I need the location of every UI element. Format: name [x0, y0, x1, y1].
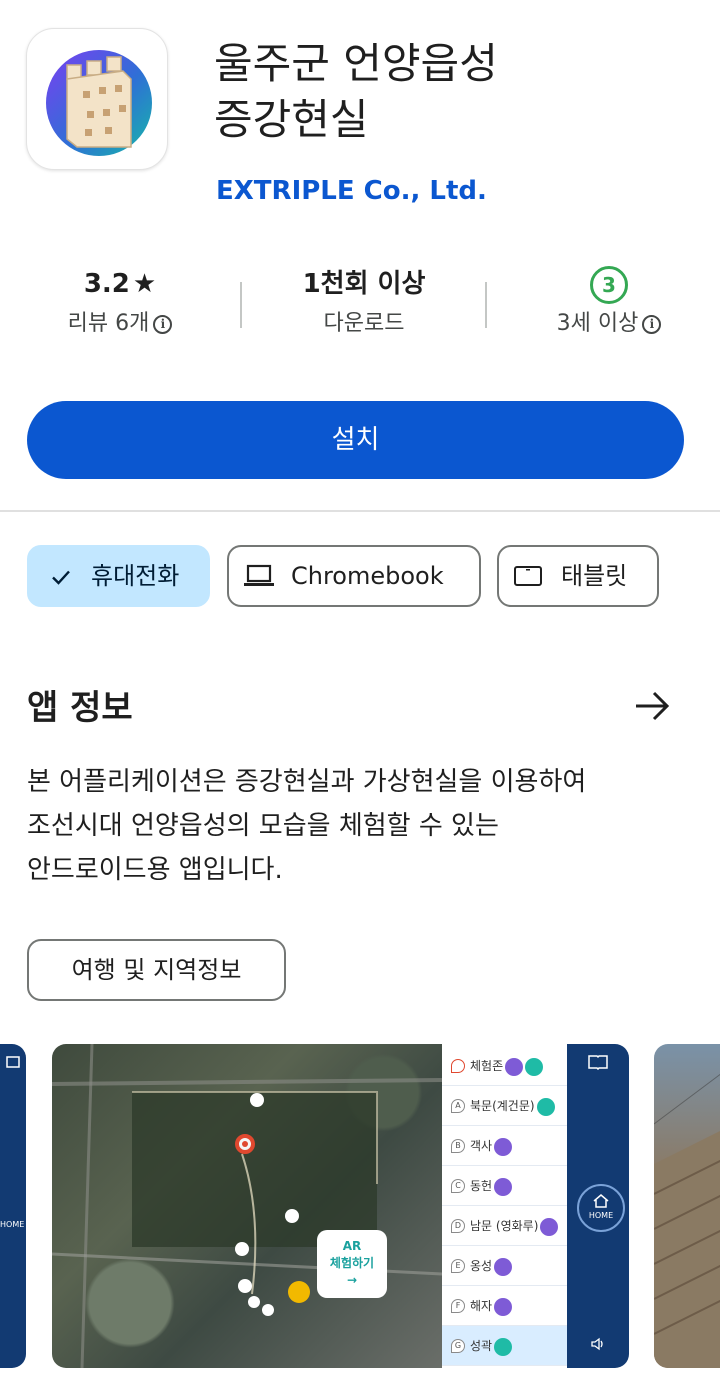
- pin-icon: D: [451, 1219, 465, 1233]
- vr-icon: [505, 1057, 524, 1076]
- target-icon: [451, 1059, 465, 1073]
- pin-icon: F: [451, 1299, 465, 1313]
- description-line: 본 어플리케이션은 증강현실과 가상현실을 이용하여: [27, 767, 587, 797]
- book-icon: [588, 1055, 608, 1070]
- about-title: 앱 정보: [27, 688, 133, 728]
- list-item: G 성곽: [442, 1326, 567, 1366]
- screenshot-thumbnail-next[interactable]: [654, 1044, 720, 1368]
- fortress-logo-icon: [46, 50, 152, 156]
- info-icon: i: [642, 315, 662, 334]
- pin-icon: A: [451, 1099, 465, 1113]
- home-label: HOME: [0, 1220, 25, 1229]
- eye-icon: [494, 1337, 513, 1356]
- app-title-line2: 증강현실: [214, 95, 369, 144]
- reviews-label: 리뷰 6개: [67, 311, 150, 336]
- vr-icon: [494, 1297, 513, 1316]
- list-item: B 객사: [442, 1126, 567, 1166]
- pin-icon: B: [451, 1139, 465, 1153]
- downloads-value: 1천회 이상: [302, 269, 426, 299]
- location-list: 체험존 A 북문(계건문) B 객사 C 동헌 D 남문 (영화루) E 옹성 F 해자 G…: [442, 1044, 567, 1368]
- vr-icon: [540, 1217, 559, 1236]
- pin-icon: C: [451, 1179, 465, 1193]
- description-line: 조선시대 언양읍성의 모습을 체험할 수 있는: [27, 811, 499, 841]
- rating-value: 3.2: [83, 269, 130, 299]
- list-item: F 해자: [442, 1286, 567, 1326]
- ar-card-arrow: →: [346, 1273, 358, 1287]
- home-label: HOME: [588, 1211, 614, 1220]
- downloads-stat: 1천회 이상 다운로드: [274, 264, 454, 344]
- ar-card-title: AR: [342, 1239, 362, 1253]
- ar-experience-card[interactable]: AR 체험하기 →: [317, 1230, 387, 1298]
- ar-card-subtitle: 체험하기: [329, 1256, 375, 1270]
- side-panel: HOME: [567, 1044, 629, 1368]
- chip-chromebook[interactable]: Chromebook: [227, 545, 481, 607]
- fortress-wall-photo: [654, 1073, 720, 1368]
- about-arrow-button[interactable]: [630, 684, 674, 728]
- book-icon: [6, 1056, 20, 1068]
- satellite-map: [52, 1044, 443, 1368]
- speaker-icon: [591, 1337, 603, 1351]
- list-item: C 동헌: [442, 1166, 567, 1206]
- section-divider: [0, 510, 720, 512]
- chip-phone[interactable]: 휴대전화: [27, 545, 210, 607]
- stat-divider: [240, 282, 242, 328]
- description-line: 안드로이드용 앱입니다.: [27, 855, 283, 885]
- stats-row: 3.2 ★ 리뷰 6개 i 1천회 이상 다운로드 3 3세 이상 i: [0, 264, 720, 344]
- check-icon: [52, 570, 70, 585]
- screenshot-thumbnail[interactable]: AR 체험하기 → 체험존 A 북문(계건문) B 객사 C 동헌 D 남문 (영화루)…: [52, 1044, 629, 1368]
- list-item: E 옹성: [442, 1246, 567, 1286]
- tablet-icon: [514, 566, 542, 586]
- pin-icon: G: [451, 1339, 465, 1353]
- list-item: A 북문(계건문): [442, 1086, 567, 1126]
- about-description: 본 어플리케이션은 증강현실과 가상현실을 이용하여 조선시대 언양읍성의 모습…: [27, 760, 687, 892]
- laptop-icon: [244, 564, 274, 586]
- list-item: 체험존: [442, 1046, 567, 1086]
- home-icon: [593, 1194, 609, 1208]
- downloads-label: 다운로드: [323, 311, 405, 336]
- info-icon: i: [153, 315, 173, 334]
- app-title: 울주군 언양읍성 증강현실: [214, 36, 694, 148]
- stat-divider: [485, 282, 487, 328]
- screenshot-thumbnail-prev[interactable]: HOME: [0, 1044, 26, 1368]
- list-item: D 남문 (영화루): [442, 1206, 567, 1246]
- star-icon: ★: [132, 269, 157, 299]
- install-button[interactable]: 설치: [27, 401, 684, 479]
- age-rating-badge: 3: [590, 265, 628, 304]
- age-rating-stat[interactable]: 3 3세 이상 i: [530, 264, 688, 344]
- chip-phone-label: 휴대전화: [91, 562, 180, 590]
- vr-icon: [494, 1257, 513, 1276]
- chip-tablet-label: 태블릿: [561, 562, 628, 590]
- rating-stat[interactable]: 3.2 ★ 리뷰 6개 i: [40, 264, 200, 344]
- pin-icon: E: [451, 1259, 465, 1273]
- vr-icon: [494, 1177, 513, 1196]
- category-chip[interactable]: 여행 및 지역정보: [27, 939, 286, 1001]
- map-image: AR 체험하기 →: [52, 1044, 443, 1368]
- chip-tablet[interactable]: 태블릿: [497, 545, 659, 607]
- arrow-right-icon: [636, 691, 670, 721]
- eye-icon: [536, 1097, 555, 1116]
- app-title-line1: 울주군 언양읍성: [214, 39, 498, 88]
- home-button: HOME: [577, 1184, 625, 1232]
- app-icon: [26, 28, 168, 170]
- chip-chromebook-label: Chromebook: [291, 562, 444, 590]
- eye-icon: [525, 1057, 544, 1076]
- vr-icon: [494, 1137, 513, 1156]
- age-rating-label: 3세 이상: [556, 311, 639, 336]
- developer-link[interactable]: EXTRIPLE Co., Ltd.: [216, 176, 487, 206]
